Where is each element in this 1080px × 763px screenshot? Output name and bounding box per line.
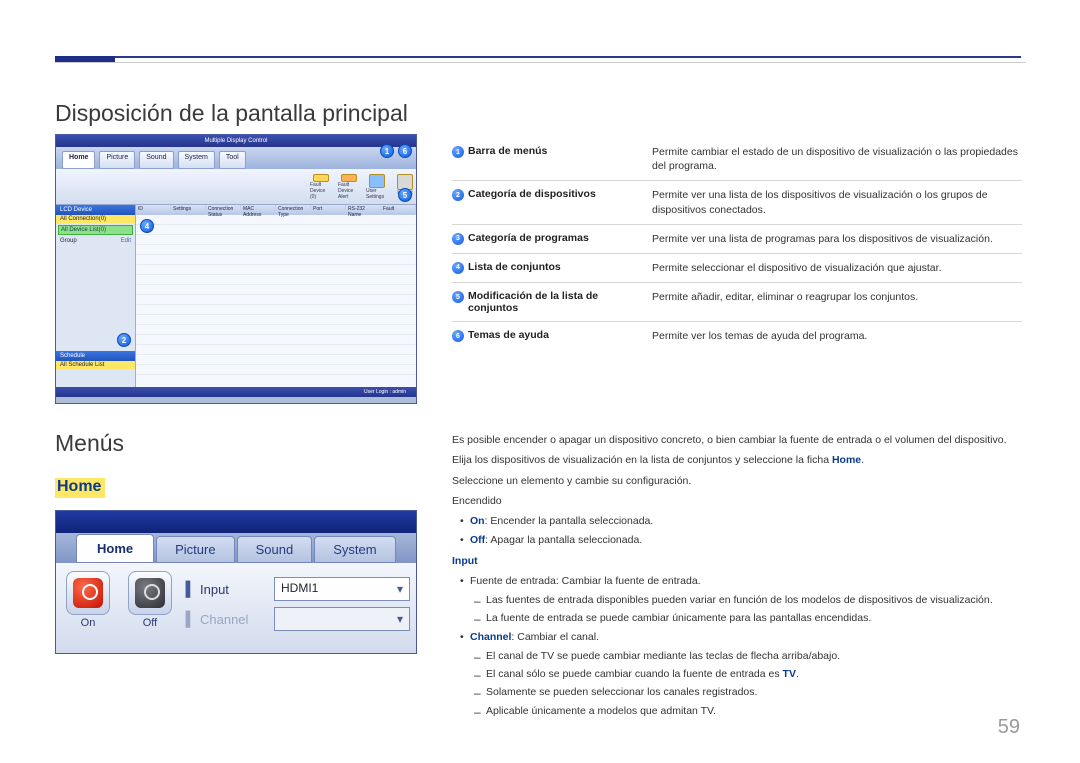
legend-badge-3: 3: [452, 233, 464, 245]
para: Encendido: [452, 493, 1022, 509]
list-item: El canal sólo se puede cambiar cuando la…: [452, 666, 1022, 682]
window-title: Multiple Display Control: [56, 135, 416, 147]
sc2-tab-system: System: [314, 536, 395, 563]
channel-label: Channel: [200, 612, 264, 627]
legend-badge-5: 5: [452, 291, 464, 303]
sidebar-head-lcd: LCD Device: [56, 205, 135, 215]
btn-off: Off: [124, 571, 176, 629]
list-item: Fuente de entrada: Cambiar la fuente de …: [452, 573, 1022, 589]
channel-select: [274, 607, 410, 631]
legend-row: 1Barra de menús Permite cambiar el estad…: [452, 138, 1022, 181]
legend-row: 6Temas de ayuda Permite ver los temas de…: [452, 322, 1022, 350]
sidebar-head-schedule: Schedule: [56, 351, 135, 361]
sc1-tabs: Home Picture Sound System Tool 1 6: [56, 147, 416, 169]
sc2-titlebar: [56, 511, 416, 533]
sc1-tab-system: System: [178, 151, 215, 169]
toolbar-fault-alert: Fault Device Alert: [338, 174, 360, 200]
sc2-channel-row: ▍ Channel: [186, 607, 410, 631]
toolbar-user-settings: User Settings: [366, 174, 388, 200]
power-on-icon: [73, 578, 103, 608]
subheading-input: Input: [452, 553, 1022, 569]
sc1-tab-tool: Tool: [219, 151, 246, 169]
screenshot-main-layout: Multiple Display Control Home Picture So…: [55, 134, 417, 404]
list-item: Las fuentes de entrada disponibles puede…: [452, 592, 1022, 608]
toolbar-fault-device: Fault Device (0): [310, 174, 332, 200]
sc1-tab-home: Home: [62, 151, 95, 169]
para: Es posible encender o apagar un disposit…: [452, 432, 1022, 448]
list-item: El canal de TV se puede cambiar mediante…: [452, 648, 1022, 664]
badge-1: 1: [380, 144, 394, 158]
btn-on: On: [62, 571, 114, 629]
sc1-toolbar: Fault Device (0) Fault Device Alert User…: [56, 169, 416, 205]
sc2-tabs: Home Picture Sound System: [56, 533, 416, 563]
divider-icon: ▍: [186, 581, 190, 598]
page-number: 59: [998, 716, 1020, 739]
list-item: Solamente se pueden seleccionar los cana…: [452, 684, 1022, 700]
badge-2: 2: [117, 333, 131, 347]
body-text: Es posible encender o apagar un disposit…: [452, 432, 1022, 721]
divider-icon: ▍: [186, 611, 190, 628]
legend-row: 5Modificación de la lista de conjuntos P…: [452, 283, 1022, 322]
heading-menus: Menús: [55, 430, 124, 457]
legend-row: 4Lista de conjuntos Permite seleccionar …: [452, 254, 1022, 283]
badge-6: 6: [398, 144, 412, 158]
badge-5: 5: [398, 188, 412, 202]
heading-main-layout: Disposición de la pantalla principal: [55, 100, 408, 127]
sidebar-item-group: Group Edit: [56, 237, 135, 245]
para: Seleccione un elemento y cambie su confi…: [452, 473, 1022, 489]
sc1-footer: User Login : admin: [56, 387, 416, 397]
list-item: On: Encender la pantalla seleccionada.: [452, 513, 1022, 529]
input-label: Input: [200, 582, 264, 597]
sc2-tab-home: Home: [76, 534, 154, 563]
sc1-sidebar: LCD Device All Connection(0) All Device …: [56, 205, 136, 387]
grid-rows: [136, 215, 416, 387]
para: Elija los dispositivos de visualización …: [452, 452, 1022, 468]
sc2-tab-sound: Sound: [237, 536, 313, 563]
sidebar-item-alldev: All Device List(0): [58, 225, 133, 235]
header-divider: [55, 56, 1021, 59]
legend-badge-1: 1: [452, 146, 464, 158]
sidebar-item-schedule: All Schedule List: [56, 361, 135, 369]
sidebar-item-allconn: All Connection(0): [56, 215, 135, 223]
input-select: HDMI1: [274, 577, 410, 601]
legend-badge-4: 4: [452, 262, 464, 274]
sc2-body: On Off ▍ Input HDMI1 ▍ Channel: [56, 563, 416, 654]
sc1-tab-sound: Sound: [139, 151, 173, 169]
legend-badge-2: 2: [452, 189, 464, 201]
sc1-grid: Add Edit Delete ID Settings Connection S…: [136, 205, 416, 387]
sc2-tab-picture: Picture: [156, 536, 234, 563]
sc1-tab-picture: Picture: [99, 151, 135, 169]
legend-row: 3Categoría de programas Permite ver una …: [452, 225, 1022, 254]
list-item: Channel: Cambiar el canal.: [452, 629, 1022, 645]
legend-table: 1Barra de menús Permite cambiar el estad…: [452, 138, 1022, 350]
list-item: La fuente de entrada se puede cambiar ún…: [452, 610, 1022, 626]
header-accent: [55, 56, 115, 62]
grid-header: ID Settings Connection Status MAC Addres…: [136, 205, 416, 215]
legend-badge-6: 6: [452, 330, 464, 342]
sc2-input-row: ▍ Input HDMI1: [186, 577, 410, 601]
screenshot-home-menu: Home Picture Sound System On Off ▍ Input…: [55, 510, 417, 654]
power-off-icon: [135, 578, 165, 608]
badge-4: 4: [140, 219, 154, 233]
list-item: Off: Apagar la pantalla seleccionada.: [452, 532, 1022, 548]
legend-row: 2Categoría de dispositivos Permite ver u…: [452, 181, 1022, 224]
heading-home: Home: [55, 478, 105, 498]
list-item: Aplicable únicamente a modelos que admit…: [452, 703, 1022, 719]
